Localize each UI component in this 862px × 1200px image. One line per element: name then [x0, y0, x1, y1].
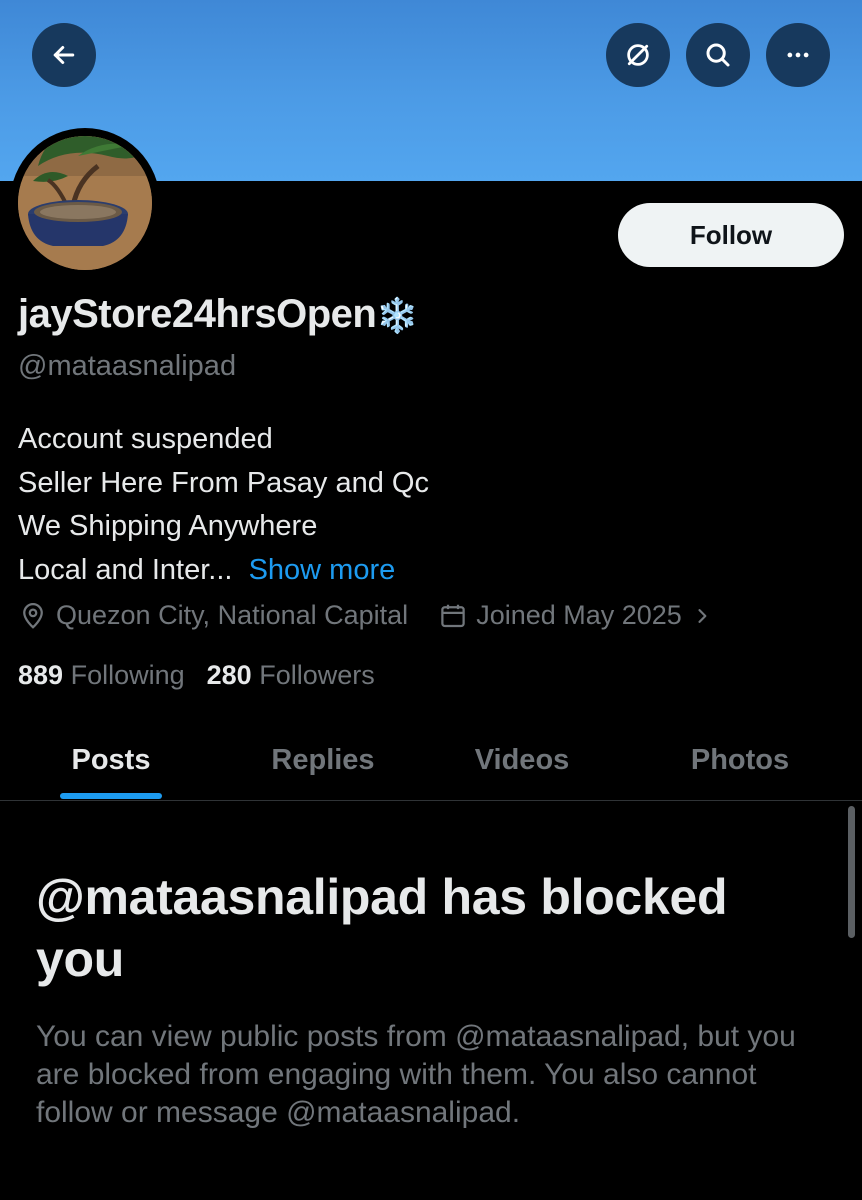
profile-tabs: Posts Replies Videos Photos [0, 720, 862, 800]
joined-text: Joined May 2025 [476, 600, 682, 630]
follow-button[interactable]: Follow [618, 203, 844, 267]
following-count: 889 [18, 660, 64, 690]
bio-line-last: Local and Inter... Show more [18, 549, 429, 593]
tab-posts[interactable]: Posts [40, 720, 182, 800]
followers-count: 280 [206, 660, 252, 690]
following-link[interactable]: 889 Following [18, 660, 185, 690]
bio-line: Account suspended [18, 423, 273, 455]
search-button[interactable] [686, 23, 750, 87]
arrow-left-icon [53, 46, 75, 64]
profile-meta: Quezon City, National Capital Joined May… [18, 600, 712, 631]
following-label: Following [70, 660, 185, 690]
blocked-description: You can view public posts from @mataasna… [36, 1020, 796, 1129]
location-text: Quezon City, National Capital [56, 600, 409, 630]
search-icon [706, 43, 730, 67]
more-icon [787, 52, 809, 58]
show-more-link[interactable]: Show more [249, 554, 396, 586]
tab-videos[interactable]: Videos [452, 720, 592, 800]
snowflake-emoji: ❄️ [376, 297, 419, 335]
avatar[interactable] [18, 136, 152, 270]
display-name: jayStore24hrsOpen❄️ [18, 292, 419, 337]
calendar-icon [441, 604, 465, 627]
bio-line: Seller Here From Pasay and Qc [18, 466, 429, 499]
grok-button[interactable] [606, 23, 670, 87]
scrollbar[interactable] [848, 806, 855, 938]
more-options-button[interactable] [766, 23, 830, 87]
no-globe-icon [627, 44, 649, 66]
active-tab-indicator [60, 793, 162, 799]
blocked-title: @mataasnalipad has blocked you [36, 869, 728, 987]
joined-item[interactable]: Joined May 2025 [438, 600, 712, 631]
tab-photos[interactable]: Photos [670, 720, 810, 800]
location-item: Quezon City, National Capital [18, 600, 408, 631]
bio-line: We Shipping Anywhere [18, 510, 318, 542]
display-name-text: jayStore24hrsOpen [18, 292, 377, 336]
bio: Account suspended Seller Here From Pasay… [18, 418, 429, 592]
back-button[interactable] [32, 23, 96, 87]
follow-counts: 889 Following 280 Followers [18, 660, 375, 691]
tabs-divider [0, 800, 862, 801]
location-pin-icon [23, 602, 43, 629]
username-handle: @mataasnalipad [18, 350, 237, 382]
bio-line: Local and Inter... [18, 553, 233, 586]
followers-label: Followers [259, 660, 375, 690]
followers-link[interactable]: 280 Followers [207, 660, 375, 690]
bonsai-image [18, 136, 152, 270]
chevron-right-icon [698, 608, 707, 623]
tab-replies[interactable]: Replies [250, 720, 396, 800]
